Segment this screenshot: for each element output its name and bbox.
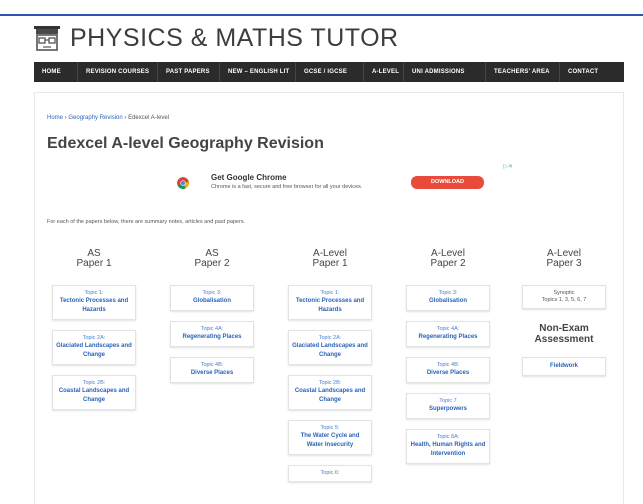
synoptic-topics: Topics 1, 3, 5, 6, 7 bbox=[541, 297, 587, 303]
nav-contact[interactable]: CONTACT bbox=[560, 62, 604, 82]
topic-card[interactable]: Topic 3: Globalisation bbox=[406, 285, 490, 311]
column-a-level-paper-3: A-Level Paper 3 Synoptic Topics 1, 3, 5,… bbox=[521, 249, 607, 376]
topic-name: Coastal Landscapes and Change bbox=[58, 388, 130, 403]
nav-revision-courses[interactable]: REVISION COURSES bbox=[78, 62, 158, 82]
topic-name: Coastal Landscapes and Change bbox=[294, 388, 366, 403]
topic-name: Diverse Places bbox=[190, 370, 234, 376]
breadcrumb-current: Edexcel A-level bbox=[128, 115, 170, 121]
topic-name: Globalisation bbox=[192, 298, 231, 304]
breadcrumb-home[interactable]: Home bbox=[47, 115, 63, 121]
nav-english-lit[interactable]: NEW – ENGLISH LIT bbox=[220, 62, 296, 82]
nav-a-level[interactable]: A-LEVEL bbox=[364, 62, 404, 82]
topic-card[interactable]: Topic 3: Globalisation bbox=[170, 285, 254, 311]
column-heading: A-Level Paper 2 bbox=[405, 249, 491, 269]
top-accent-line bbox=[0, 14, 643, 16]
topic-card[interactable]: Topic 1: Tectonic Processes and Hazards bbox=[52, 285, 136, 320]
column-a-level-paper-1: A-Level Paper 1 Topic 1: Tectonic Proces… bbox=[287, 249, 373, 482]
column-heading-line2: Paper 1 bbox=[312, 258, 348, 269]
topic-name: Health, Human Rights and Intervention bbox=[410, 442, 486, 457]
column-a-level-paper-2: A-Level Paper 2 Topic 3: Globalisation T… bbox=[405, 249, 491, 464]
topic-card[interactable]: Topic 2B: Coastal Landscapes and Change bbox=[288, 375, 372, 410]
synoptic-card[interactable]: Synoptic Topics 1, 3, 5, 6, 7 bbox=[522, 285, 606, 309]
topic-number: Topic 4B: bbox=[436, 362, 460, 368]
tutor-face-icon bbox=[34, 25, 60, 51]
topic-name: Glaciated Landscapes and Change bbox=[292, 343, 368, 358]
topic-number: Topic 4B: bbox=[200, 362, 224, 368]
topic-number: Topic 2A: bbox=[82, 335, 106, 341]
ad-download-button[interactable]: DOWNLOAD bbox=[411, 176, 484, 189]
column-heading-line2: Paper 1 bbox=[76, 258, 112, 269]
column-as-paper-1: AS Paper 1 Topic 1: Tectonic Processes a… bbox=[51, 249, 137, 410]
topic-card[interactable]: Topic 2B: Coastal Landscapes and Change bbox=[52, 375, 136, 410]
topic-card[interactable]: Topic 8A: Health, Human Rights and Inter… bbox=[406, 429, 490, 464]
topic-card[interactable]: Topic 2A: Glaciated Landscapes and Chang… bbox=[288, 330, 372, 365]
chrome-logo-icon bbox=[177, 177, 189, 189]
column-as-paper-2: AS Paper 2 Topic 3: Globalisation Topic … bbox=[169, 249, 255, 383]
ad-title: Get Google Chrome bbox=[211, 173, 287, 182]
topic-card[interactable]: Topic 2A: Glaciated Landscapes and Chang… bbox=[52, 330, 136, 365]
column-heading: A-Level Paper 1 bbox=[287, 249, 373, 269]
column-heading: AS Paper 2 bbox=[169, 249, 255, 269]
site-logo[interactable]: PHYSICS & MATHS TUTOR bbox=[32, 24, 399, 53]
topic-card[interactable]: Topic 4A: Regenerating Places bbox=[170, 321, 254, 347]
topic-number: Topic 3: bbox=[202, 290, 222, 296]
topic-number: Topic 2A: bbox=[318, 335, 342, 341]
nav-past-papers[interactable]: PAST PAPERS bbox=[158, 62, 220, 82]
topic-card[interactable]: Topic 4B: Diverse Places bbox=[170, 357, 254, 383]
topic-card[interactable]: Topic 4A: Regenerating Places bbox=[406, 321, 490, 347]
nav-gcse[interactable]: GCSE / IGCSE bbox=[296, 62, 364, 82]
topic-number: Topic 1: bbox=[320, 290, 340, 296]
topic-number: Topic 1: bbox=[84, 290, 104, 296]
chrome-ad-banner[interactable]: ▷✕ Get Google Chrome Chrome is a fast, s… bbox=[167, 163, 513, 203]
topic-name: Regenerating Places bbox=[182, 334, 242, 340]
topic-card[interactable]: Topic 5: The Water Cycle and Water Insec… bbox=[288, 420, 372, 455]
topic-card[interactable]: Topic 6: bbox=[288, 465, 372, 482]
topic-number: Topic 3: bbox=[438, 290, 458, 296]
topic-name: Tectonic Processes and Hazards bbox=[295, 298, 365, 313]
topic-number: Topic 4A: bbox=[200, 326, 224, 332]
column-heading-line2: Paper 2 bbox=[194, 258, 230, 269]
topic-number: Topic 6: bbox=[320, 470, 340, 476]
topic-number: Topic 7 bbox=[439, 398, 457, 404]
topic-card[interactable]: Topic 7 Superpowers bbox=[406, 393, 490, 419]
breadcrumb-separator: › bbox=[64, 115, 67, 121]
synoptic-label: Synoptic bbox=[553, 290, 575, 296]
non-exam-assessment-heading: Non-Exam Assessment bbox=[521, 323, 607, 345]
topic-name: Glaciated Landscapes and Change bbox=[56, 343, 132, 358]
breadcrumb-geography[interactable]: Geography Revision bbox=[68, 115, 122, 121]
topic-name: Regenerating Places bbox=[418, 334, 478, 340]
topic-number: Topic 2B: bbox=[318, 380, 342, 386]
nav-home[interactable]: HOME bbox=[34, 62, 78, 82]
column-heading: A-Level Paper 3 bbox=[521, 249, 607, 269]
topic-number: Topic 5: bbox=[320, 425, 340, 431]
topic-number: Topic 8A: bbox=[436, 434, 460, 440]
nea-line2: Assessment bbox=[534, 334, 594, 345]
nav-uni-admissions[interactable]: UNI ADMISSIONS bbox=[404, 62, 486, 82]
breadcrumb-separator: › bbox=[124, 115, 127, 121]
column-heading-line2: Paper 3 bbox=[546, 258, 582, 269]
topic-name: Superpowers bbox=[428, 406, 467, 412]
column-heading: AS Paper 1 bbox=[51, 249, 137, 269]
nea-line1: Non-Exam bbox=[539, 323, 589, 334]
topic-number: Topic 4A: bbox=[436, 326, 460, 332]
page-title: Edexcel A-level Geography Revision bbox=[47, 135, 324, 152]
topic-name: The Water Cycle and Water Insecurity bbox=[300, 433, 360, 448]
fieldwork-label: Fieldwork bbox=[549, 363, 578, 369]
topic-card[interactable]: Topic 1: Tectonic Processes and Hazards bbox=[288, 285, 372, 320]
topic-card[interactable]: Topic 4B: Diverse Places bbox=[406, 357, 490, 383]
ad-description: Chrome is a fast, secure and free browse… bbox=[211, 184, 363, 190]
topic-name: Globalisation bbox=[428, 298, 467, 304]
topic-number: Topic 2B: bbox=[82, 380, 106, 386]
main-content: Home › Geography Revision › Edexcel A-le… bbox=[34, 92, 624, 504]
fieldwork-card[interactable]: Fieldwork bbox=[522, 357, 606, 376]
nav-teachers-area[interactable]: TEACHERS' AREA bbox=[486, 62, 560, 82]
main-nav: HOME REVISION COURSES PAST PAPERS NEW – … bbox=[34, 62, 624, 82]
column-heading-line2: Paper 2 bbox=[430, 258, 466, 269]
intro-text: For each of the papers below, there are … bbox=[47, 219, 246, 225]
topic-name: Diverse Places bbox=[426, 370, 470, 376]
ad-close-icon[interactable]: ▷✕ bbox=[503, 163, 513, 170]
topic-name: Tectonic Processes and Hazards bbox=[59, 298, 129, 313]
site-name: PHYSICS & MATHS TUTOR bbox=[70, 24, 399, 52]
breadcrumb: Home › Geography Revision › Edexcel A-le… bbox=[47, 115, 169, 121]
